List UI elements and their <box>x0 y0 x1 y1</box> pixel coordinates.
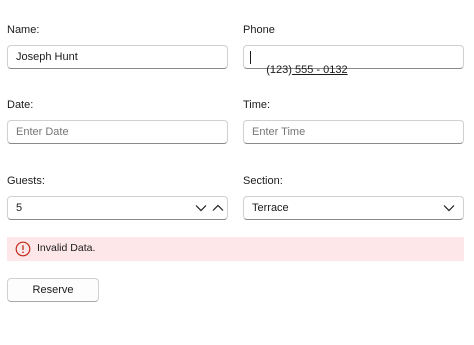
date-field[interactable]: Enter Date <box>7 120 228 144</box>
chevron-down-icon <box>443 205 455 212</box>
decrement-button[interactable] <box>192 197 210 219</box>
chevron-down-icon <box>195 205 207 212</box>
reserve-button[interactable]: Reserve <box>7 278 99 302</box>
phone-value: (123) 555 - 0132 <box>254 51 348 90</box>
error-circle-icon <box>15 241 31 257</box>
date-placeholder: Enter Date <box>16 126 69 138</box>
alert-message: Invalid Data. <box>37 242 96 254</box>
text-caret <box>250 51 251 64</box>
chevron-up-icon <box>212 204 224 211</box>
validation-alert: Invalid Data. <box>7 237 464 261</box>
section-value: Terrace <box>252 202 289 214</box>
section-label: Section: <box>243 175 283 187</box>
guests-value: 5 <box>16 202 23 214</box>
name-value: Joseph Hunt <box>16 51 78 63</box>
guests-label: Guests: <box>7 175 45 187</box>
phone-line-number: 0132 <box>323 64 348 76</box>
time-label: Time: <box>243 99 271 111</box>
section-dropdown[interactable]: Terrace <box>243 196 464 220</box>
guests-number-box[interactable]: 5 <box>7 196 228 220</box>
date-label: Date: <box>7 99 34 111</box>
phone-prefix: 555 <box>291 64 317 76</box>
name-label: Name: <box>7 24 40 36</box>
name-field[interactable]: Joseph Hunt <box>7 45 228 69</box>
phone-area-code: (123) <box>266 64 292 76</box>
phone-field[interactable]: (123) 555 - 0132 <box>243 45 464 76</box>
phone-label: Phone <box>243 24 275 36</box>
dropdown-toggle[interactable] <box>440 197 458 219</box>
time-placeholder: Enter Time <box>252 126 306 138</box>
time-field[interactable]: Enter Time <box>243 120 464 144</box>
increment-button[interactable] <box>209 197 227 219</box>
